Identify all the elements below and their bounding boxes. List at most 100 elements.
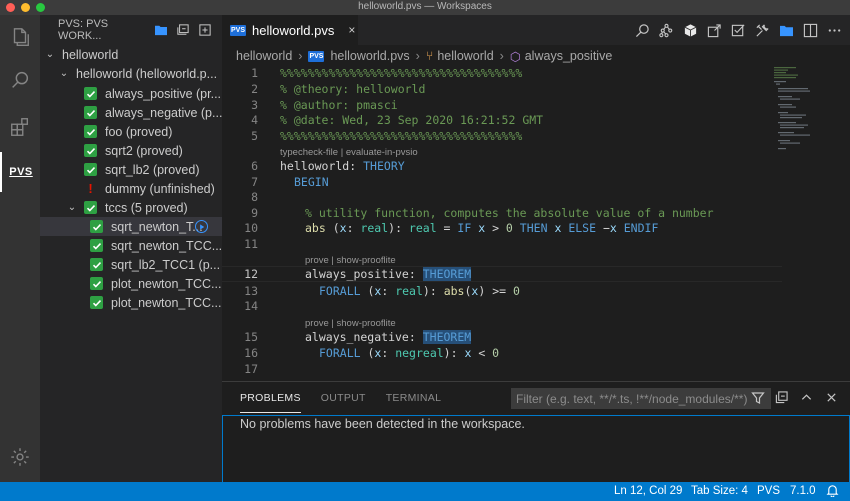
line-number: 13 [244, 284, 258, 298]
chevron-right-icon: › [298, 49, 303, 63]
folder-icon[interactable] [154, 24, 168, 36]
code-line: % utility function, computes the absolut… [305, 206, 714, 220]
line-number: 12 [244, 267, 258, 281]
activity-bar: PVS [0, 15, 40, 482]
tree-item-tcc[interactable]: plot_newton_TCC... [40, 274, 222, 293]
minimap[interactable] [774, 67, 834, 167]
tree-item-theory[interactable]: ⌄ helloworld (helloworld.p... [40, 64, 222, 83]
problems-filter-input[interactable]: Filter (e.g. text, **/*.ts, !**/node_mod… [511, 388, 771, 409]
line-number: 17 [244, 362, 258, 376]
code-line: FORALL (x: negreal): x < 0 [319, 346, 500, 360]
tree-item-workspace[interactable]: ⌄ helloworld [40, 45, 222, 64]
gear-icon[interactable] [0, 437, 40, 477]
play-icon[interactable] [195, 220, 208, 233]
chevron-right-icon: › [499, 49, 504, 63]
codelens-prove[interactable]: prove | show-prooflite [305, 318, 396, 329]
line-number: 4 [251, 113, 258, 127]
tab-terminal[interactable]: TERMINAL [386, 384, 442, 412]
bottom-panel: PROBLEMS OUTPUT TERMINAL Filter (e.g. te… [222, 381, 850, 483]
extensions-icon[interactable] [0, 107, 40, 147]
breadcrumb-workspace[interactable]: helloworld [236, 49, 292, 63]
tab-size[interactable]: Tab Size: 4 [691, 485, 748, 497]
proved-check-icon [90, 220, 103, 233]
tools-icon[interactable] [754, 22, 770, 38]
tree-item-formula[interactable]: sqrt2 (proved) [40, 141, 222, 160]
chevron-down-icon: ⌄ [45, 49, 55, 60]
tree-item-formula[interactable]: ! dummy (unfinished) [40, 179, 222, 198]
chevron-down-icon: ⌄ [59, 68, 69, 79]
window-title: helloworld.pvs — Workspaces [358, 1, 492, 12]
line-number: 16 [244, 346, 258, 360]
line-number: 15 [244, 330, 258, 344]
tab-problems[interactable]: PROBLEMS [240, 384, 301, 413]
close-panel-icon[interactable] [825, 391, 838, 407]
proved-check-icon [84, 163, 97, 176]
code-line: abs (x: real): real = IF x > 0 THEN x EL… [305, 221, 659, 235]
more-actions-icon[interactable] [826, 22, 842, 38]
tab-output[interactable]: OUTPUT [321, 384, 366, 412]
line-number: 3 [251, 98, 258, 112]
codelens-typecheck[interactable]: typecheck-file | evaluate-in-pvsio [280, 147, 418, 158]
language-mode[interactable]: PVS [757, 485, 780, 497]
proof-tree-icon[interactable] [658, 22, 674, 38]
close-tab-icon[interactable]: × [348, 23, 355, 37]
export-icon[interactable] [706, 22, 722, 38]
tree-item-formula[interactable]: always_negative (p... [40, 103, 222, 122]
pvs-file-icon: PVS [308, 50, 325, 62]
search-icon[interactable] [0, 60, 40, 100]
title-bar: helloworld.pvs — Workspaces [0, 0, 850, 15]
maximize-panel-icon[interactable] [800, 391, 813, 407]
line-number: 9 [251, 206, 258, 220]
tree-item-formula[interactable]: foo (proved) [40, 122, 222, 141]
notifications-bell-icon[interactable] [826, 484, 839, 500]
tree-item-tcc[interactable]: sqrt_newton_T... [40, 217, 222, 236]
split-editor-icon[interactable] [802, 22, 818, 38]
line-number: 11 [244, 237, 258, 251]
line-number: 10 [244, 221, 258, 235]
breadcrumb-theory[interactable]: helloworld [437, 49, 493, 63]
code-line: % @author: pmasci [280, 98, 398, 112]
chevron-down-icon: ⌄ [67, 202, 77, 213]
editor-tab-bar: PVS helloworld.pvs × [222, 15, 850, 45]
code-line: % @date: Wed, 23 Sep 2020 16:21:52 GMT [280, 113, 544, 127]
pvs-version[interactable]: 7.1.0 [790, 485, 816, 497]
proved-check-icon [90, 258, 103, 271]
code-line: %%%%%%%%%%%%%%%%%%%%%%%%%%%%%%%%%%% [280, 129, 523, 143]
formula-symbol-icon: ⬡ [509, 49, 521, 64]
proved-check-icon [90, 239, 103, 252]
theory-symbol-icon: ⑂ [425, 49, 434, 63]
line-number: 5 [251, 129, 258, 143]
pvs-workspace-sidebar: PVS: PVS WORK... ⌄ helloworld ⌄ hellowor… [40, 15, 222, 482]
folder-icon[interactable] [778, 22, 794, 38]
search-icon[interactable] [634, 22, 650, 38]
tree-item-formula[interactable]: always_positive (pr... [40, 84, 222, 103]
tree-item-formula[interactable]: sqrt_lb2 (proved) [40, 160, 222, 179]
cube-icon[interactable] [682, 22, 698, 38]
collapse-all-icon[interactable] [176, 24, 190, 36]
codelens-prove[interactable]: prove | show-prooflite [305, 255, 396, 266]
collapse-all-icon[interactable] [775, 391, 788, 407]
new-file-icon[interactable] [198, 24, 212, 36]
tab-helloworld-pvs[interactable]: PVS helloworld.pvs × [222, 15, 358, 45]
code-line: BEGIN [294, 175, 329, 189]
proved-check-icon [84, 106, 97, 119]
tab-label: helloworld.pvs [252, 22, 335, 38]
breadcrumb-file[interactable]: helloworld.pvs [330, 49, 409, 63]
proved-check-icon [84, 125, 97, 138]
code-editor[interactable]: 1%%%%%%%%%%%%%%%%%%%%%%%%%%%%%%%%%%% 2 % … [222, 67, 850, 381]
cursor-position[interactable]: Ln 12, Col 29 [614, 485, 682, 497]
breadcrumb-formula[interactable]: always_positive [525, 49, 613, 63]
explorer-icon[interactable] [0, 17, 40, 57]
tree-item-tcc[interactable]: plot_newton_TCC... [40, 293, 222, 312]
tree-item-tcc[interactable]: sqrt_lb2_TCC1 (p... [40, 255, 222, 274]
line-number: 2 [251, 82, 258, 96]
code-line: always_positive: THEOREM [305, 267, 472, 281]
tree-item-tccs[interactable]: ⌄ tccs (5 proved) [40, 198, 222, 217]
pvs-icon[interactable]: PVS [0, 152, 40, 192]
line-number: 6 [251, 159, 258, 173]
filter-icon[interactable] [751, 391, 765, 408]
check-square-icon[interactable] [730, 22, 746, 38]
editor-scrollbar[interactable] [836, 67, 850, 381]
unfinished-icon: ! [88, 181, 93, 196]
tree-item-tcc[interactable]: sqrt_newton_TCC... [40, 236, 222, 255]
